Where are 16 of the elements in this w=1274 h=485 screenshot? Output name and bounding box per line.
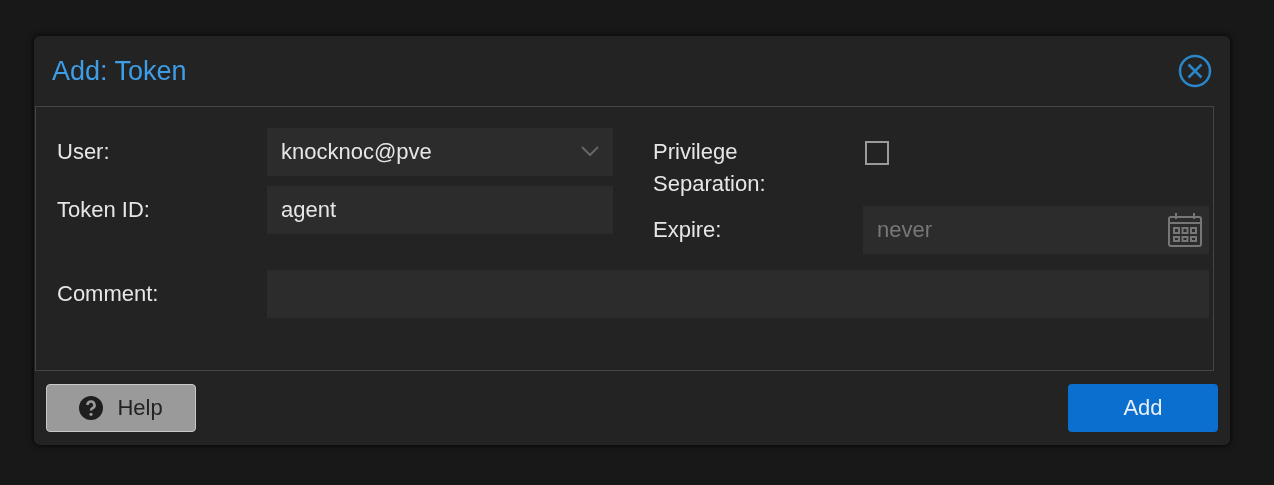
help-button[interactable]: Help [46,384,196,432]
date-field[interactable]: never [863,206,1209,254]
checkbox[interactable] [865,141,889,165]
user-dropdown[interactable]: knocknoc@pve [267,128,613,176]
add-button[interactable]: Add [1068,384,1218,432]
field-label: Token ID: [57,196,151,224]
calendar-icon[interactable] [1167,212,1203,248]
field-label: Privilege Separation: [653,138,767,198]
field-label: Comment: [57,280,160,308]
chevron-down-icon[interactable] [581,146,599,157]
text-field[interactable]: agent [267,186,613,234]
field-label: User: [57,138,111,166]
close-icon[interactable] [1178,54,1212,88]
field-label: Expire: [653,216,723,244]
question-icon [79,396,104,420]
dialog-title: Add: Token [52,55,187,87]
